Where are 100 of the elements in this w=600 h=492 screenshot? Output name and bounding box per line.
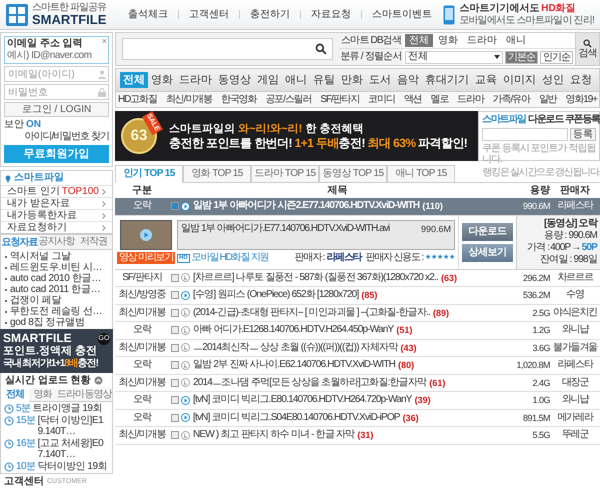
ranking-row[interactable]: 최신/미개봉 ㅡ2014최신작ㅡ 상상 초월 ((슈))((퍼))((컵)) 자체자막 (43) 3.6G 불가들겨울 xyxy=(115,340,600,357)
category-tab[interactable]: 만화 xyxy=(338,72,366,88)
password-field[interactable]: 비밀번호 xyxy=(4,84,109,100)
nav-link[interactable]: 충전하기 xyxy=(250,8,290,20)
title-link[interactable]: [수영] 원피스 (OnePiece) 652화 [1280x720] xyxy=(193,289,358,302)
title-link[interactable]: [tvN] 코미디 빅리그.S04E80.140706.HDTV.XviD-iPOP xyxy=(193,412,400,424)
title-link[interactable]: [tvN] 코미디 빅리그.E80.140706.HDTV.H264.720p-WanY xyxy=(193,394,412,406)
board-item[interactable]: auto cad 2010 한글… xyxy=(10,273,102,284)
coupon-field[interactable] xyxy=(482,128,568,141)
board-tab[interactable]: 공지사항 xyxy=(38,235,75,250)
ranking-tab[interactable]: 동영상 TOP 15 xyxy=(319,165,387,183)
sort-button[interactable]: 기본순 xyxy=(505,50,538,64)
subcategory-link[interactable]: SF/판타지 xyxy=(320,94,360,106)
subcategory-link[interactable]: 액션 xyxy=(404,94,422,106)
title-link[interactable]: NEW ) 최고 판타지 하수 미녀 - 한글 자막 xyxy=(193,429,354,442)
ranking-row[interactable]: 최신/미개봉 NEW ) 최고 판타지 하수 미녀 - 한글 자막 (31) 5.5G 뚜레군 xyxy=(115,427,600,444)
ranking-tab[interactable]: 드라마 TOP 15 xyxy=(251,165,319,183)
category-tab[interactable]: 이미지 xyxy=(500,72,539,88)
side-menu-item[interactable]: 내가 받은자료 xyxy=(1,197,112,209)
category-tab[interactable]: 교육 xyxy=(472,72,500,88)
category-tab[interactable]: 음악 xyxy=(394,72,422,88)
board-item[interactable]: 레드윈도우.비틴 시… xyxy=(10,262,102,273)
title-link[interactable]: 일밤 2부 진짜 사나이.E62.140706.HDTV.XviD-WITH xyxy=(193,359,396,372)
category-tab[interactable]: 드라마 xyxy=(176,72,215,88)
ranking-row[interactable]: 오락 아빠 어디가.E1268.140706.HDTV.H264.450p-WanY (51) 1.2G 와니냡 xyxy=(115,322,600,340)
category-select[interactable]: 전체 xyxy=(405,50,503,64)
side-menu-item[interactable]: 내가등록한자료 xyxy=(1,209,112,221)
side-menu-item[interactable]: 스마트 인기 TOP100 xyxy=(1,185,112,197)
category-tab[interactable]: 유틸 xyxy=(310,72,338,88)
ranking-row[interactable]: 최신/방영중 [수영] 원피스 (OnePiece) 652화 [1280x720] (85) 536.2M 수영 xyxy=(115,287,600,304)
ranking-tab[interactable]: 영화 TOP 15 xyxy=(183,165,251,183)
search-button[interactable]: 검색 xyxy=(575,33,599,65)
title-link[interactable]: [차르르르] 나루토 질풍전 - 587화 (질풍전 367화)(1280x720 x2.. xyxy=(193,272,438,284)
nav-link[interactable]: 고객센터 xyxy=(189,8,229,20)
board-item[interactable]: god 8집 정규앨범 xyxy=(10,317,85,328)
price-label: 가격 : xyxy=(526,242,550,254)
category-tab[interactable]: 게임 xyxy=(254,72,282,88)
rating-label: 판매자 신용도 : xyxy=(365,252,423,264)
title-link[interactable]: 일밤 1부 아빠어디가 시즌2.E77.140706.HDTV.XviD-WITH xyxy=(193,200,420,212)
title-link[interactable]: ㅡ2014최신작ㅡ 상상 초월 ((슈))((퍼))((컵)) 자체자막 xyxy=(193,342,398,354)
upload-title[interactable]: 트라이앵글 19회 xyxy=(32,403,102,414)
category-tab[interactable]: 영화 xyxy=(148,72,176,88)
login-button[interactable]: 로그인 / LOGIN xyxy=(4,102,109,117)
upload-tab[interactable]: 드라마 xyxy=(56,388,84,402)
board-tab[interactable]: 저작권 xyxy=(75,235,112,250)
subcategory-link[interactable]: 가족/유아 xyxy=(492,94,530,106)
coupon-register-button[interactable]: 등록 xyxy=(570,128,596,141)
category-tab[interactable]: 성인 xyxy=(539,72,567,88)
subcategory-link[interactable]: 일반 xyxy=(538,94,557,106)
sort-button[interactable]: 인기순 xyxy=(540,50,573,64)
nav-link[interactable]: 자료요청 xyxy=(311,8,351,20)
category-tab[interactable]: 도서 xyxy=(366,72,394,88)
seller-cell-text: 차르르르 xyxy=(556,272,594,284)
subcategory-link[interactable]: 한국영화 xyxy=(220,94,256,106)
category-tab[interactable]: 동영상 xyxy=(215,72,254,88)
ranking-row[interactable]: 최신/미개봉 2014ㅡ조나댐 주먹[모든 상상을 초월하라]고화질:한글자막 (61) 2.4G 대장군 xyxy=(115,374,600,392)
upload-tab[interactable]: 전체 xyxy=(1,388,29,402)
board-item[interactable]: 겁쟁이 페달 xyxy=(10,295,61,306)
filter-tab[interactable]: 드라마 xyxy=(463,34,501,47)
nav-link[interactable]: 스마트이벤트 xyxy=(372,8,432,20)
board-item[interactable]: auto cad 2011 한글… xyxy=(10,284,100,295)
category-tab[interactable]: 요청 xyxy=(567,72,595,88)
search-field[interactable] xyxy=(122,38,333,60)
filter-tab[interactable]: 애니 xyxy=(502,34,530,47)
download-button[interactable]: 다운로드 xyxy=(462,222,513,240)
upload-tab[interactable]: 영화 xyxy=(28,388,56,402)
subcategory-link[interactable]: 최신/미개봉 xyxy=(166,94,212,106)
subcategory-link[interactable]: HD고화질 xyxy=(118,94,157,106)
category-tab[interactable]: 애니 xyxy=(282,72,310,88)
ranking-row[interactable]: SF/판타지 [차르르르] 나루토 질풍전 - 587화 (질풍전 367화)(1280x720 x2.. (63) 296.2M 차르르르 xyxy=(115,270,600,287)
close-icon[interactable]: × xyxy=(102,37,107,46)
ranking-tab[interactable]: 인기 TOP 15 xyxy=(115,165,183,183)
ranking-row[interactable]: 오락 일밤 2부 진짜 사나이.E62.140706.HDTV.XviD-WITH (80) 1,020.8M 라페스타 xyxy=(115,357,600,374)
ranking-row[interactable]: 오락 [tvN] 코미디 빅리그.E80.140706.HDTV.H264.720p-WanY (39) 1.0G 와니냡 xyxy=(115,392,600,410)
title-link[interactable]: (2014-긴급)-초대형 판타지-- [ 미인과괴물 ] --(고화질-한글자.. xyxy=(193,306,430,319)
subcategory-link[interactable]: 드라마 xyxy=(457,94,484,106)
board-item[interactable]: 무한도전 레슬링 선… xyxy=(10,306,102,317)
subcategory-link[interactable]: 멜로 xyxy=(430,94,448,106)
title-link[interactable]: 2014ㅡ조나댐 주먹[모든 상상을 초월하라]고화질:한글자막 xyxy=(193,376,426,389)
email-field[interactable]: 이메일(아이디) xyxy=(4,66,109,82)
filter-tab[interactable]: 영화 xyxy=(434,34,462,47)
upload-title[interactable]: 닥터이방인 19회 xyxy=(38,461,108,472)
ranking-row[interactable]: 오락 [tvN] 코미디 빅리그.S04E80.140706.HDTV.XviD-iPOP (36) 891.5M 메가레라 xyxy=(115,410,600,427)
side-menu-item[interactable]: 자료요청하기 xyxy=(1,221,112,233)
ranking-row[interactable]: 최신/미개봉 (2014-긴급)-초대형 판타지-- [ 미인과괴물 ] --(고화질-한글자.. (89) 2.5G 야식은치킨 xyxy=(115,304,600,322)
find-account-link[interactable]: 아이디/비밀번호 찾기 xyxy=(24,131,109,143)
board-tab[interactable]: 요청자료 xyxy=(1,235,38,250)
filter-tab[interactable]: 전체 xyxy=(405,34,433,47)
upload-title[interactable]: [닥터 이방인]E19.140T… xyxy=(38,415,109,437)
upload-title[interactable]: [고교 처세왕]E07.140T… xyxy=(38,438,109,460)
category-tab[interactable]: 휴대기기 xyxy=(422,72,472,88)
ranking-tab[interactable]: 애니 TOP 15 xyxy=(387,165,455,183)
subcategory-link[interactable]: 공포/스릴러 xyxy=(265,94,312,106)
board-item[interactable]: 역시저널 그날 xyxy=(10,251,71,262)
subcategory-link[interactable]: 코미디 xyxy=(368,94,395,106)
title-link[interactable]: 아빠 어디가.E1268.140706.HDTV.H264.450p-WanY xyxy=(193,324,394,336)
nav-link[interactable]: 출석체크 xyxy=(128,8,168,20)
subcategory-link[interactable]: 영화19+ xyxy=(565,94,597,106)
upload-tab[interactable]: 동영상 xyxy=(84,388,112,402)
ranking-row[interactable]: 오락 일밤 1부 아빠어디가 시즌2.E77.140706.HDTV.XviD-WITH (110) 990.6M 라페스타 xyxy=(115,198,600,216)
